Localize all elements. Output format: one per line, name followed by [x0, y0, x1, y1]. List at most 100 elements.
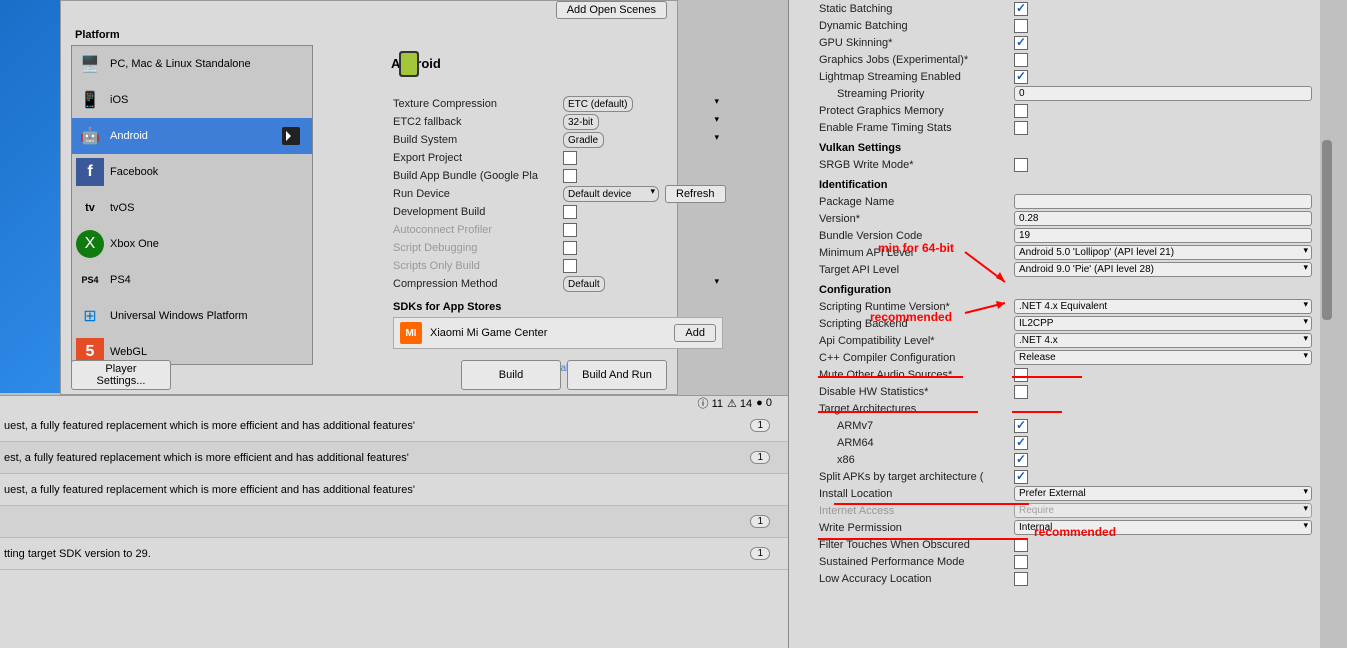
property-checkbox[interactable]: [1014, 104, 1028, 118]
console-count: 1: [750, 419, 770, 432]
error-badge[interactable]: ● 0: [756, 397, 772, 409]
texture-compression-select[interactable]: ETC (default): [563, 96, 633, 112]
platform-item-facebook[interactable]: fFacebook: [72, 154, 312, 190]
label: Export Project: [393, 152, 563, 164]
property-row: Api Compatibility Level*.NET 4.x: [789, 332, 1334, 349]
label: Scripts Only Build: [393, 260, 563, 272]
property-checkbox[interactable]: [1014, 70, 1028, 84]
property-row: Sustained Performance Mode: [789, 553, 1334, 570]
property-checkbox[interactable]: [1014, 53, 1028, 67]
property-row: Version*: [789, 210, 1334, 227]
property-row: Scripting BackendIL2CPP: [789, 315, 1334, 332]
property-input[interactable]: [1014, 86, 1312, 101]
platform-item-uwp[interactable]: ⊞Universal Windows Platform: [72, 298, 312, 334]
build-system-select[interactable]: Gradle: [563, 132, 604, 148]
property-label: Bundle Version Code: [819, 230, 1014, 242]
property-checkbox[interactable]: [1014, 121, 1028, 135]
label: Compression Method: [393, 278, 563, 290]
build-settings-panel: Add Open Scenes Platform 🖥️PC, Mac & Lin…: [60, 0, 678, 395]
platform-label: Android: [110, 130, 148, 142]
warn-badge[interactable]: ⚠ 14: [727, 397, 752, 410]
property-select[interactable]: IL2CPP: [1014, 316, 1312, 331]
property-row: Mute Other Audio Sources*: [789, 366, 1334, 383]
label: Texture Compression: [393, 98, 563, 110]
property-checkbox[interactable]: [1014, 470, 1028, 484]
android-header: Android: [323, 45, 729, 81]
property-row: x86: [789, 451, 1334, 468]
property-row: Write PermissionInternal: [789, 519, 1334, 536]
autoconnect-checkbox: [563, 223, 577, 237]
console-row[interactable]: uest, a fully featured replacement which…: [0, 474, 788, 506]
platform-item-standalone[interactable]: 🖥️PC, Mac & Linux Standalone: [72, 46, 312, 82]
export-project-checkbox[interactable]: [563, 151, 577, 165]
property-input[interactable]: [1014, 211, 1312, 226]
run-device-select[interactable]: Default device: [563, 186, 659, 202]
property-label: ARMv7: [819, 420, 1014, 432]
platform-item-tvos[interactable]: tvtvOS: [72, 190, 312, 226]
property-label: Target Architectures: [819, 403, 1014, 415]
dev-build-row: Development Build: [323, 203, 729, 221]
build-and-run-button[interactable]: Build And Run: [567, 360, 667, 390]
property-select[interactable]: Android 5.0 'Lollipop' (API level 21): [1014, 245, 1312, 260]
property-select[interactable]: Internal: [1014, 520, 1312, 535]
property-select[interactable]: .NET 4.x Equivalent: [1014, 299, 1312, 314]
property-row: ARMv7: [789, 417, 1334, 434]
script-debug-checkbox: [563, 241, 577, 255]
property-checkbox[interactable]: [1014, 453, 1028, 467]
standalone-icon: 🖥️: [76, 50, 104, 78]
property-label: Version*: [819, 213, 1014, 225]
compression-select[interactable]: Default: [563, 276, 605, 292]
platform-label: WebGL: [110, 346, 147, 358]
dev-build-checkbox[interactable]: [563, 205, 577, 219]
property-checkbox[interactable]: [1014, 385, 1028, 399]
console-text: est, a fully featured replacement which …: [4, 452, 409, 464]
player-settings-button[interactable]: Player Settings...: [71, 360, 171, 390]
property-checkbox[interactable]: [1014, 419, 1028, 433]
export-project-row: Export Project: [323, 149, 729, 167]
property-label: Enable Frame Timing Stats: [819, 122, 1014, 134]
property-checkbox[interactable]: [1014, 2, 1028, 16]
property-checkbox[interactable]: [1014, 36, 1028, 50]
property-checkbox[interactable]: [1014, 538, 1028, 552]
property-checkbox[interactable]: [1014, 158, 1028, 172]
property-input[interactable]: [1014, 228, 1312, 243]
console-row[interactable]: 1: [0, 506, 788, 538]
platform-label: iOS: [110, 94, 128, 106]
add-open-scenes-button[interactable]: Add Open Scenes: [556, 1, 667, 19]
property-checkbox[interactable]: [1014, 368, 1028, 382]
etc2-select[interactable]: 32-bit: [563, 114, 599, 130]
refresh-button[interactable]: Refresh: [665, 185, 726, 203]
label: Autoconnect Profiler: [393, 224, 563, 236]
property-row: Disable HW Statistics*: [789, 383, 1334, 400]
console-row[interactable]: tting target SDK version to 29.1: [0, 538, 788, 570]
console-row[interactable]: uest, a fully featured replacement which…: [0, 410, 788, 442]
app-bundle-row: Build App Bundle (Google Pla: [323, 167, 729, 185]
property-label: Streaming Priority: [819, 88, 1014, 100]
property-checkbox[interactable]: [1014, 572, 1028, 586]
platform-label: PS4: [110, 274, 131, 286]
property-select[interactable]: Android 9.0 'Pie' (API level 28): [1014, 262, 1312, 277]
platform-item-ps4[interactable]: PS4PS4: [72, 262, 312, 298]
app-bundle-checkbox[interactable]: [563, 169, 577, 183]
add-sdk-button[interactable]: Add: [674, 324, 716, 342]
script-debug-row: Script Debugging: [323, 239, 729, 257]
property-row: Graphics Jobs (Experimental)*: [789, 51, 1334, 68]
background-pattern: [0, 0, 60, 393]
property-label: Install Location: [819, 488, 1014, 500]
property-select[interactable]: Release: [1014, 350, 1312, 365]
platform-item-android[interactable]: 🤖Android: [72, 118, 312, 154]
property-checkbox[interactable]: [1014, 555, 1028, 569]
info-badge[interactable]: ⓘ 11: [698, 395, 723, 411]
console-row[interactable]: est, a fully featured replacement which …: [0, 442, 788, 474]
platform-item-xbox[interactable]: XXbox One: [72, 226, 312, 262]
property-checkbox[interactable]: [1014, 19, 1028, 33]
platform-item-ios[interactable]: 📱iOS: [72, 82, 312, 118]
build-button[interactable]: Build: [461, 360, 561, 390]
property-input[interactable]: [1014, 194, 1312, 209]
property-checkbox[interactable]: [1014, 436, 1028, 450]
inspector-scrollbar[interactable]: [1320, 0, 1334, 648]
property-select[interactable]: Prefer External: [1014, 486, 1312, 501]
property-label: SRGB Write Mode*: [819, 159, 1014, 171]
property-select[interactable]: .NET 4.x: [1014, 333, 1312, 348]
compression-row: Compression MethodDefault: [323, 275, 729, 293]
